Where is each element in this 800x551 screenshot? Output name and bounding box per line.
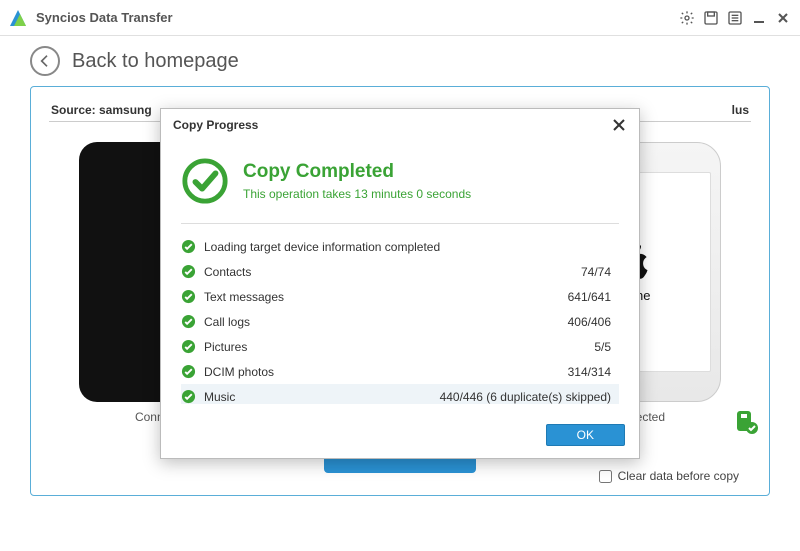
check-icon <box>181 314 196 329</box>
loading-line: Loading target device information comple… <box>181 234 611 259</box>
copy-progress-dialog: Copy Progress Copy Completed This operat… <box>160 108 640 459</box>
item-count: 641/641 <box>568 290 611 304</box>
progress-item: DCIM photos314/314 <box>181 359 611 384</box>
item-count: 406/406 <box>568 315 611 329</box>
dialog-close-button[interactable] <box>611 117 627 133</box>
item-name: Music <box>204 390 440 404</box>
check-icon <box>181 239 196 254</box>
item-name: Text messages <box>204 290 568 304</box>
check-icon <box>181 264 196 279</box>
check-icon <box>181 364 196 379</box>
completed-heading: Copy Completed <box>243 161 471 183</box>
progress-item: Call logs406/406 <box>181 309 611 334</box>
progress-item: Text messages641/641 <box>181 284 611 309</box>
progress-item: Music440/446 (6 duplicate(s) skipped) <box>181 384 619 404</box>
check-icon <box>181 289 196 304</box>
progress-item: Contacts74/74 <box>181 259 611 284</box>
modal-overlay: Copy Progress Copy Completed This operat… <box>0 0 800 551</box>
completed-subtext: This operation takes 13 minutes 0 second… <box>243 187 471 201</box>
item-name: Contacts <box>204 265 581 279</box>
item-count: 440/446 (6 duplicate(s) skipped) <box>440 390 611 404</box>
check-icon <box>181 339 196 354</box>
success-check-icon <box>181 157 229 205</box>
item-name: DCIM photos <box>204 365 568 379</box>
item-count: 74/74 <box>581 265 611 279</box>
dialog-title: Copy Progress <box>173 118 611 132</box>
item-count: 5/5 <box>594 340 611 354</box>
progress-item: Pictures5/5 <box>181 334 611 359</box>
check-icon <box>181 389 196 404</box>
item-name: Pictures <box>204 340 594 354</box>
item-count: 314/314 <box>568 365 611 379</box>
ok-button[interactable]: OK <box>546 424 625 446</box>
item-name: Call logs <box>204 315 568 329</box>
progress-items-list[interactable]: Loading target device information comple… <box>181 234 619 404</box>
